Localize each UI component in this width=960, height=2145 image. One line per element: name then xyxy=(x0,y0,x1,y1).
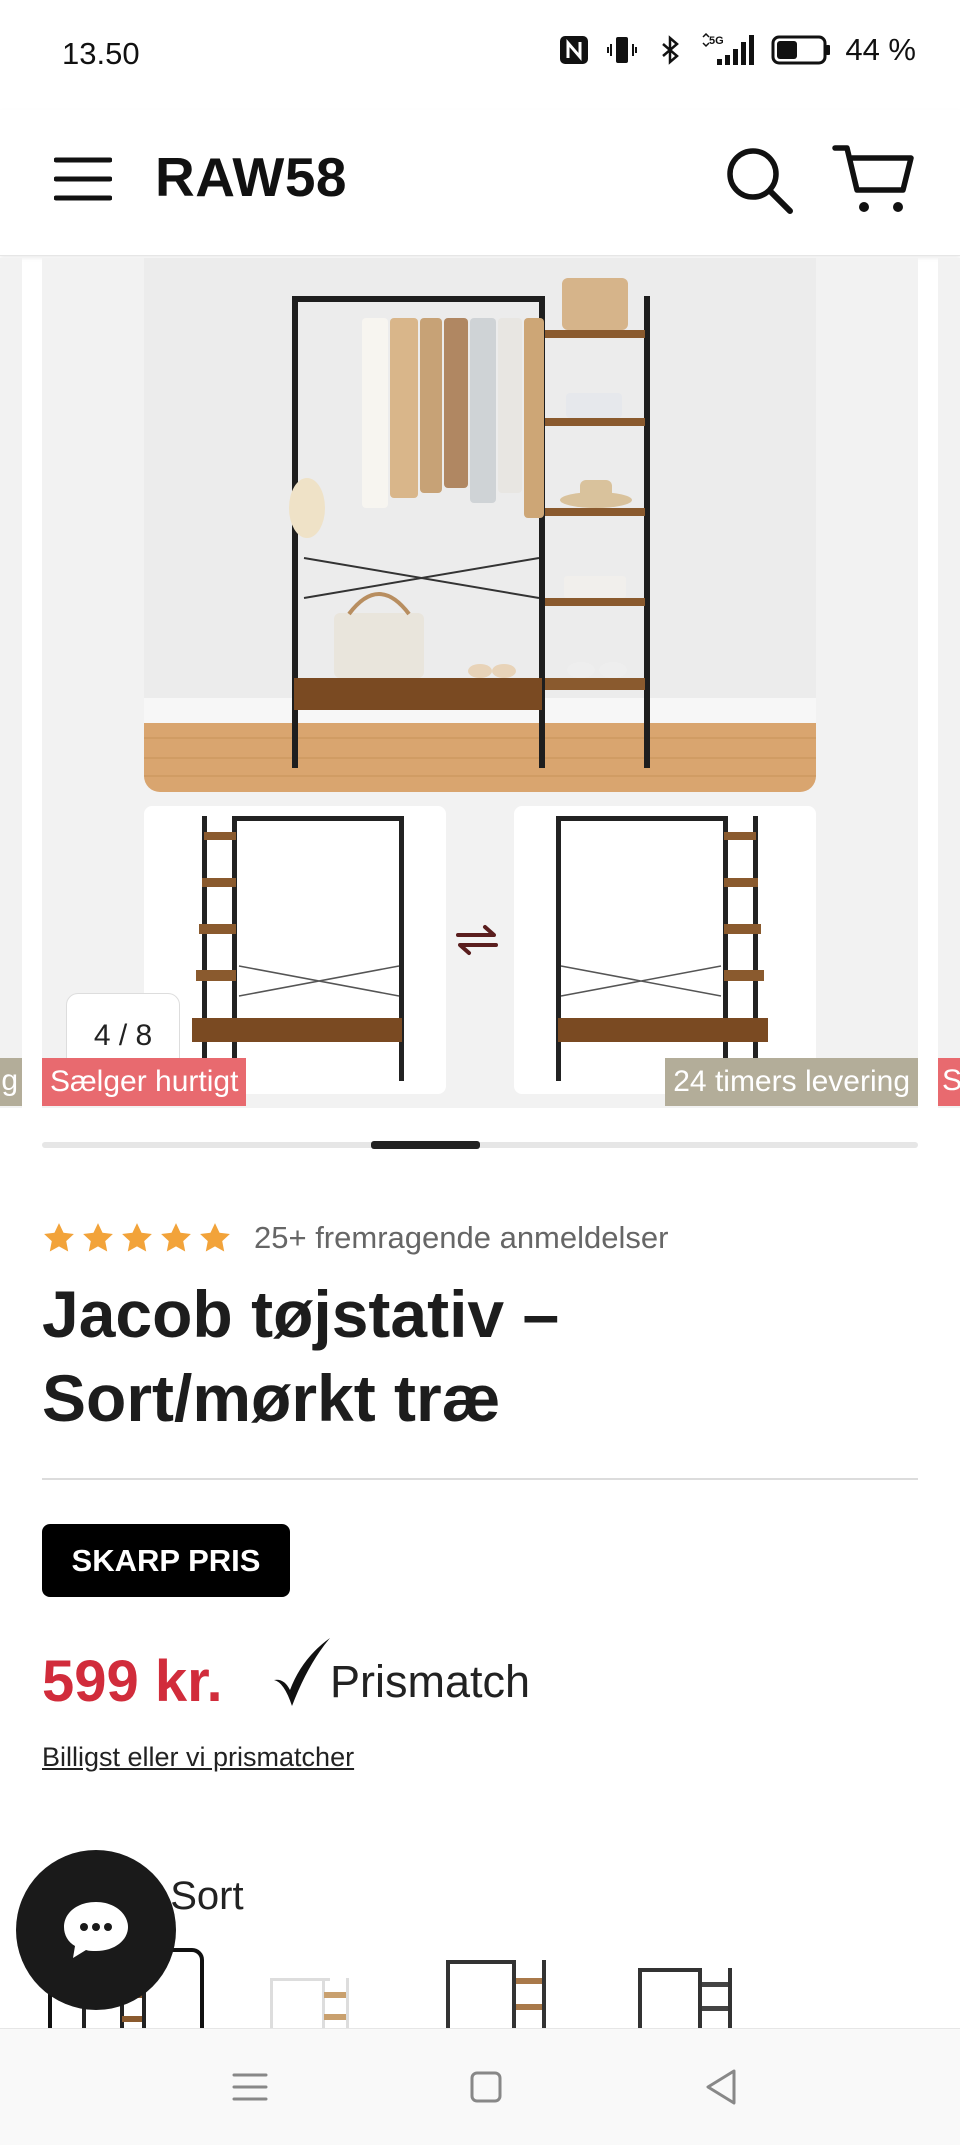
carousel-progress-indicator xyxy=(370,1141,480,1149)
bluetooth-icon xyxy=(653,33,687,67)
vibrate-icon xyxy=(605,33,639,67)
checkmark-icon xyxy=(274,1638,330,1706)
promo-badge: SKARP PRIS xyxy=(42,1524,290,1597)
home-icon[interactable] xyxy=(464,2065,508,2109)
divider xyxy=(42,1478,918,1480)
star-icon xyxy=(161,1223,191,1252)
status-bar: 13.50 5G 44 % xyxy=(0,0,960,110)
carousel-next-slide[interactable] xyxy=(938,258,960,1108)
product-title: Jacob tøjstativ – Sort/mørkt træ xyxy=(42,1272,902,1440)
star-rating xyxy=(42,1221,232,1255)
site-logo[interactable]: RAW58 xyxy=(155,145,347,209)
cart-icon[interactable] xyxy=(832,142,916,218)
reviews-count-text: 25+ fremragende anmeldelser xyxy=(254,1220,669,1255)
site-header: RAW58 xyxy=(0,110,960,256)
price-match-label: Prismatch xyxy=(272,1636,530,1710)
nfc-icon xyxy=(557,33,591,67)
star-icon xyxy=(83,1223,113,1252)
carousel-progress-track[interactable] xyxy=(42,1141,918,1149)
product-image-carousel[interactable]: g 4 / 8 Sælger hurtigt 24 timers leverin… xyxy=(0,258,960,1108)
product-thumbnail-left xyxy=(144,806,446,1094)
prev-slide-badge: g xyxy=(0,1058,22,1106)
variant-option-black-light-wood[interactable] xyxy=(438,1948,594,2028)
variant-option-white[interactable] xyxy=(260,1948,416,2028)
next-slide-badge: S xyxy=(938,1058,960,1106)
product-price: 599 kr. xyxy=(42,1649,223,1714)
badge-selling-fast: Sælger hurtigt xyxy=(42,1058,247,1106)
badge-24h-delivery: 24 timers levering xyxy=(665,1058,918,1106)
star-icon xyxy=(200,1223,230,1252)
chat-button[interactable] xyxy=(16,1850,176,2010)
back-icon[interactable] xyxy=(700,2065,744,2109)
hamburger-menu-icon[interactable] xyxy=(53,150,113,208)
search-icon[interactable] xyxy=(724,145,794,215)
product-thumbnail-right xyxy=(514,806,816,1094)
svg-text:5G: 5G xyxy=(709,35,724,47)
status-icons: 5G 44 % xyxy=(557,32,916,68)
battery-icon xyxy=(771,33,831,67)
status-time: 13.50 xyxy=(62,36,140,71)
product-rating[interactable]: 25+ fremragende anmeldelser xyxy=(42,1220,668,1256)
carousel-current-slide[interactable]: 4 / 8 Sælger hurtigt 24 timers levering xyxy=(42,258,918,1108)
battery-percent: 44 % xyxy=(845,32,916,67)
star-icon xyxy=(44,1223,74,1252)
price-match-link[interactable]: Billigst eller vi prismatcher xyxy=(42,1742,354,1773)
recent-apps-icon[interactable] xyxy=(228,2065,272,2109)
product-photo-room xyxy=(144,258,816,792)
product-title-line2: Sort/mørkt træ xyxy=(42,1361,501,1435)
variant-option-black-metal[interactable] xyxy=(630,1948,786,2028)
swap-arrows-icon xyxy=(456,925,498,955)
product-title-line1: Jacob tøjstativ – xyxy=(42,1277,560,1351)
system-navigation-bar xyxy=(0,2028,960,2145)
star-icon xyxy=(122,1223,152,1252)
price-match-text: Prismatch xyxy=(330,1656,531,1707)
color-variant-list xyxy=(48,1948,948,2028)
carousel-prev-slide[interactable] xyxy=(0,258,22,1108)
chat-bubble-icon xyxy=(64,1902,128,1958)
signal-5g-icon: 5G xyxy=(701,33,757,67)
